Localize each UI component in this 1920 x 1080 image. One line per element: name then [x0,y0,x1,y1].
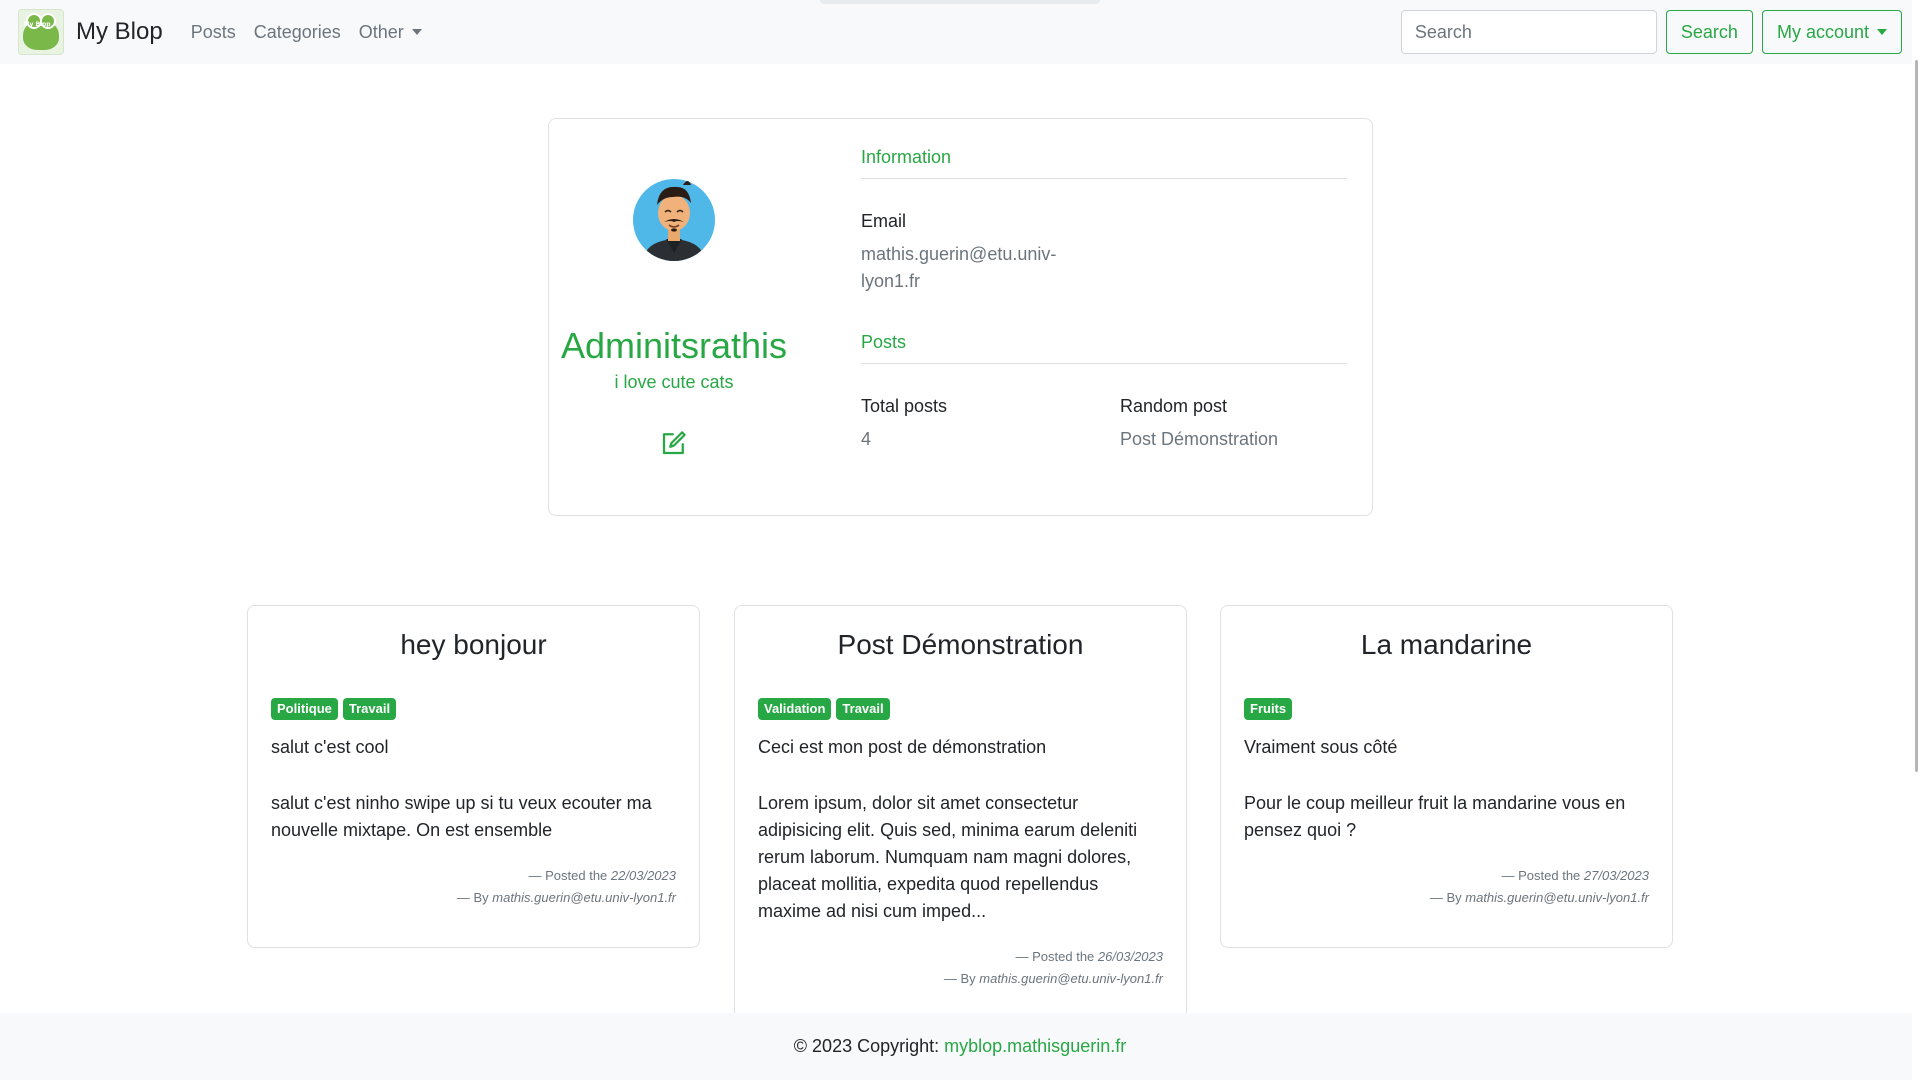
footer-copyright: © 2023 Copyright: [793,1036,940,1056]
tag-badge[interactable]: Fruits [1244,698,1293,720]
search-input[interactable] [1400,10,1657,54]
random-post-value[interactable]: Post Démonstration [1120,426,1278,453]
total-posts-label: Total posts [861,396,948,416]
profile-name: Adminitsrathis [560,325,788,366]
email-value-line1: mathis.guerin@etu.univ- [861,244,1057,264]
posted-prefix: — Posted the [1015,949,1095,964]
tag-badge[interactable]: Politique [271,698,338,720]
post-title[interactable]: Post Démonstration [758,628,1163,682]
posts-heading: Posts [861,332,1347,364]
post-date: 22/03/2023 [610,868,676,883]
avatar [633,179,715,261]
post-meta: — Posted the 27/03/2023 — By mathis.guer… [1244,865,1649,909]
post-title[interactable]: La mandarine [1244,628,1649,682]
caret-down-icon [1877,29,1887,35]
post-tags: Fruits [1244,698,1649,720]
my-account-label: My account [1776,21,1869,42]
posted-prefix: — Posted the [528,868,608,883]
profile-summary: Adminitsrathis i love cute cats [549,119,799,515]
caret-down-icon [411,29,422,35]
nav-link-categories[interactable]: Categories [254,22,341,43]
by-prefix: — By [456,890,489,905]
post-tags: Validation Travail [758,698,1163,720]
tag-badge[interactable]: Validation [758,698,832,720]
my-account-dropdown[interactable]: My account [1761,10,1902,54]
footer: © 2023 Copyright: myblop.mathisguerin.fr [0,1013,1920,1080]
brand-logo[interactable]: My Blop [18,9,64,55]
profile-bio: i love cute cats [614,372,734,392]
edit-icon[interactable] [659,428,689,458]
post-body: Pour le coup meilleur fruit la mandarine… [1244,793,1626,840]
post-subtitle: salut c'est cool [271,737,389,757]
information-heading: Information [861,147,1347,179]
post-author: mathis.guerin@etu.univ-lyon1.fr [492,890,676,905]
search-button[interactable]: Search [1665,10,1753,54]
by-prefix: — By [943,971,976,986]
posted-prefix: — Posted the [1501,868,1581,883]
brand-name[interactable]: My Blop [76,18,163,46]
post-subtitle: Ceci est mon post de démonstration [758,737,1047,757]
post-meta: — Posted the 22/03/2023 — By mathis.guer… [271,865,676,909]
by-prefix: — By [1429,890,1462,905]
post-subtitle: Vraiment sous côté [1244,737,1398,757]
email-label: Email [861,211,907,231]
post-meta: — Posted the 26/03/2023 — By mathis.guer… [758,946,1163,990]
post-tags: Politique Travail [271,698,676,720]
random-post-label: Random post [1120,396,1228,416]
tag-badge[interactable]: Travail [836,698,890,720]
footer-link[interactable]: myblop.mathisguerin.fr [944,1036,1126,1057]
scrollbar-track[interactable] [1912,0,1920,1080]
post-card[interactable]: La mandarine Fruits Vraiment sous côté P… [1220,605,1673,948]
nav-right: Search My account [1400,10,1902,54]
logo-text: My Blop [23,21,51,28]
navbar: My Blop My Blop Posts Categories Other S… [0,0,1920,64]
nav-link-posts[interactable]: Posts [191,22,236,43]
post-author: mathis.guerin@etu.univ-lyon1.fr [1465,890,1649,905]
top-notch [820,0,1100,4]
post-date: 26/03/2023 [1097,949,1163,964]
post-card[interactable]: hey bonjour Politique Travail salut c'es… [247,605,700,948]
email-value-line2: lyon1.fr [861,271,921,291]
tag-badge[interactable]: Travail [342,698,397,720]
nav-other-label: Other [358,21,404,42]
post-author: mathis.guerin@etu.univ-lyon1.fr [979,971,1163,986]
post-card[interactable]: Post Démonstration Validation Travail Ce… [734,605,1187,1045]
post-title[interactable]: hey bonjour [271,628,676,682]
profile-card: Adminitsrathis i love cute cats Informat… [548,118,1373,516]
total-posts-value: 4 [861,429,872,449]
post-body: Lorem ipsum, dolor sit amet consectetur … [758,793,1138,921]
post-date: 27/03/2023 [1583,868,1649,883]
nav-dropdown-other[interactable]: Other [359,22,422,43]
scrollbar-thumb[interactable] [1915,60,1918,772]
post-body: salut c'est ninho swipe up si tu veux ec… [271,793,652,840]
